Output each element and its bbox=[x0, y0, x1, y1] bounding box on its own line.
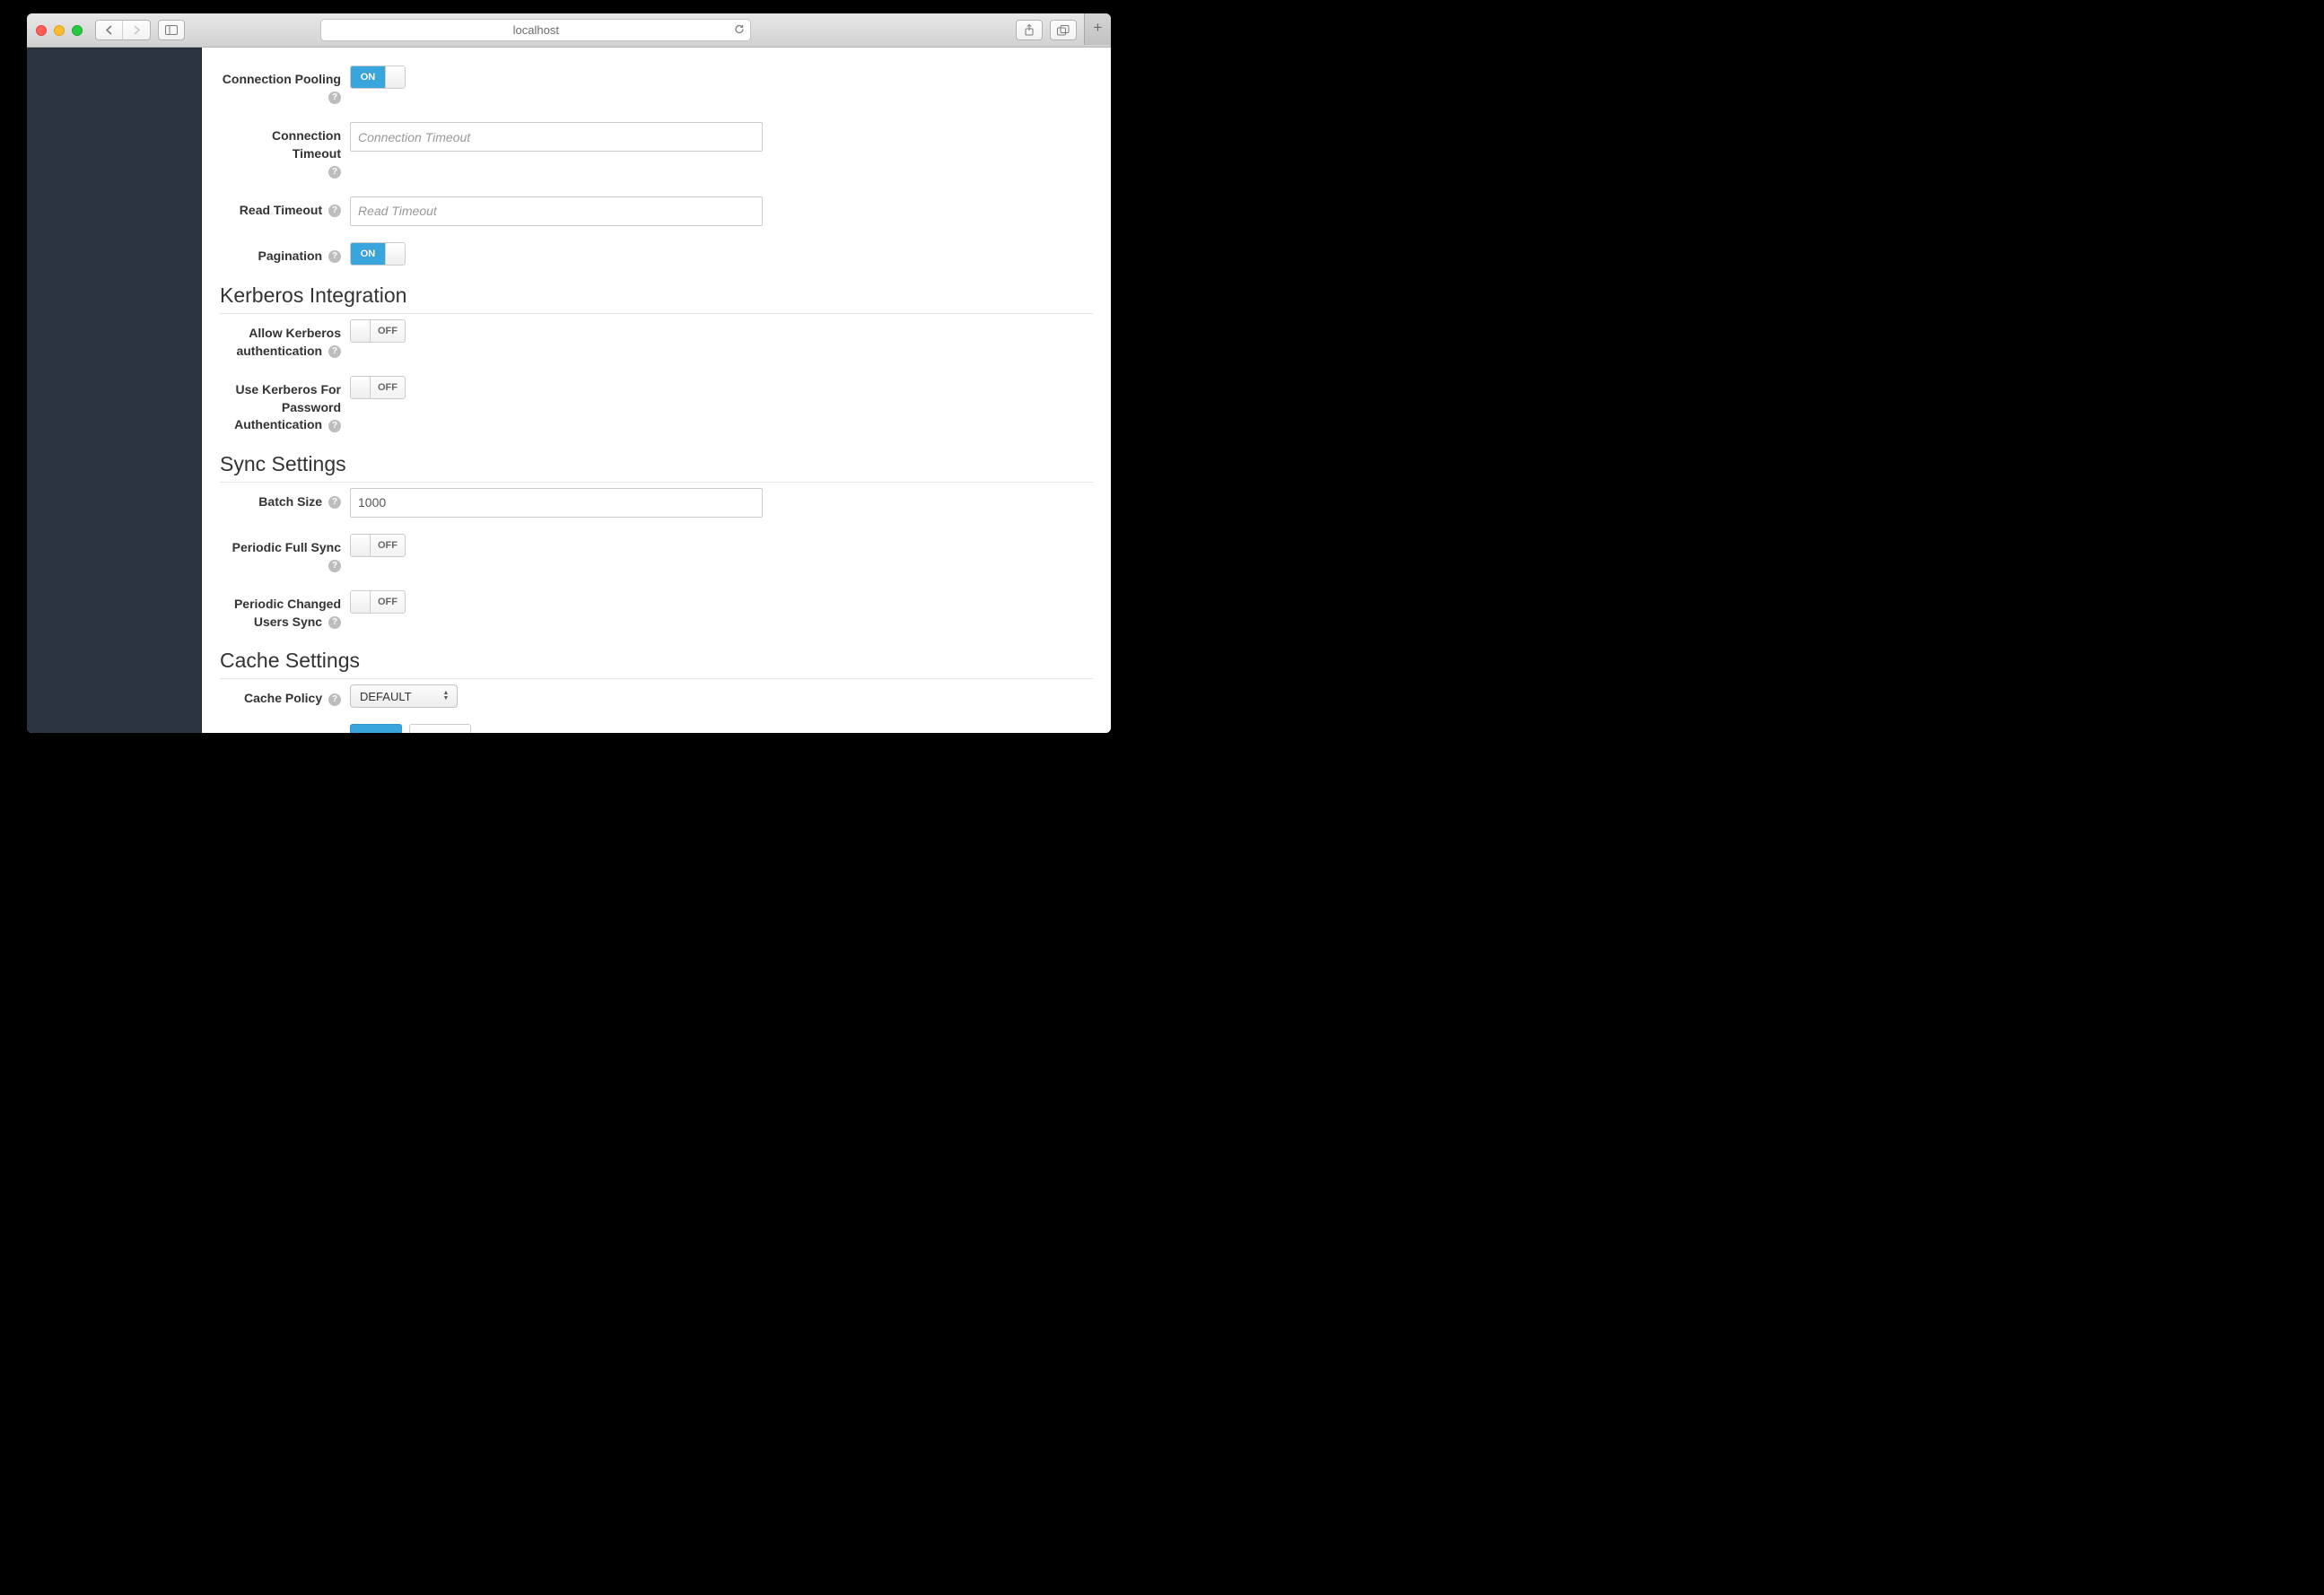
heading-sync: Sync Settings bbox=[220, 452, 1093, 483]
row-connection-timeout: Connection Timeout ? bbox=[220, 122, 1093, 180]
address-bar-text: localhost bbox=[513, 23, 559, 37]
zoom-window-button[interactable] bbox=[72, 25, 83, 36]
label-read-timeout: Read Timeout ? bbox=[220, 196, 350, 220]
input-batch-size[interactable] bbox=[350, 488, 763, 518]
chevron-updown-icon: ▲▼ bbox=[439, 685, 453, 707]
select-cache-policy[interactable]: DEFAULT ▲▼ bbox=[350, 684, 458, 708]
label-full-sync: Periodic Full Sync ? bbox=[220, 534, 350, 574]
heading-kerberos: Kerberos Integration bbox=[220, 283, 1093, 314]
tabs-button[interactable] bbox=[1050, 20, 1077, 40]
row-read-timeout: Read Timeout ? bbox=[220, 196, 1093, 226]
row-actions: Save Cancel bbox=[220, 724, 1093, 733]
sidebar-toggle-button[interactable] bbox=[158, 20, 185, 40]
row-connection-pooling: Connection Pooling ? ON OFF bbox=[220, 65, 1093, 106]
browser-toolbar: localhost + bbox=[27, 13, 1111, 48]
save-button[interactable]: Save bbox=[350, 724, 402, 733]
toggle-full-sync[interactable]: ON OFF bbox=[350, 534, 406, 557]
help-icon[interactable]: ? bbox=[328, 693, 341, 706]
page-content: Connection Pooling ? ON OFF Connection T… bbox=[27, 48, 1111, 733]
nav-back-forward bbox=[95, 20, 151, 40]
toggle-kerberos-pwauth[interactable]: ON OFF bbox=[350, 376, 406, 399]
help-icon[interactable]: ? bbox=[328, 205, 341, 217]
help-icon[interactable]: ? bbox=[328, 616, 341, 629]
minimize-window-button[interactable] bbox=[54, 25, 65, 36]
traffic-lights bbox=[36, 25, 83, 36]
help-icon[interactable]: ? bbox=[328, 345, 341, 358]
new-tab-button[interactable]: + bbox=[1084, 13, 1111, 45]
row-changed-sync: Periodic Changed Users Sync ? ON OFF bbox=[220, 590, 1093, 631]
close-window-button[interactable] bbox=[36, 25, 47, 36]
row-cache-policy: Cache Policy ? DEFAULT ▲▼ bbox=[220, 684, 1093, 708]
help-icon[interactable]: ? bbox=[328, 560, 341, 572]
forward-button[interactable] bbox=[123, 21, 150, 39]
row-allow-kerberos: Allow Kerberos authentication ? ON OFF bbox=[220, 319, 1093, 360]
input-connection-timeout[interactable] bbox=[350, 122, 763, 152]
settings-form: Connection Pooling ? ON OFF Connection T… bbox=[202, 48, 1111, 733]
label-connection-pooling: Connection Pooling ? bbox=[220, 65, 350, 106]
help-icon[interactable]: ? bbox=[328, 166, 341, 179]
row-pagination: Pagination ? ON OFF bbox=[220, 242, 1093, 266]
cancel-button[interactable]: Cancel bbox=[409, 724, 472, 733]
toggle-allow-kerberos[interactable]: ON OFF bbox=[350, 319, 406, 343]
back-button[interactable] bbox=[96, 21, 123, 39]
toggle-connection-pooling[interactable]: ON OFF bbox=[350, 65, 406, 89]
safari-window: localhost + Connection Pooling ? bbox=[27, 13, 1111, 733]
help-icon[interactable]: ? bbox=[328, 420, 341, 432]
label-cache-policy: Cache Policy ? bbox=[220, 684, 350, 708]
help-icon[interactable]: ? bbox=[328, 496, 341, 509]
toggle-changed-sync[interactable]: ON OFF bbox=[350, 590, 406, 614]
label-kerberos-pwauth: Use Kerberos For Password Authentication… bbox=[220, 376, 350, 434]
app-sidebar bbox=[27, 48, 202, 733]
input-read-timeout[interactable] bbox=[350, 196, 763, 226]
toolbar-right: + bbox=[1016, 20, 1102, 40]
label-pagination: Pagination ? bbox=[220, 242, 350, 266]
help-icon[interactable]: ? bbox=[328, 250, 341, 263]
row-kerberos-pwauth: Use Kerberos For Password Authentication… bbox=[220, 376, 1093, 434]
label-allow-kerberos: Allow Kerberos authentication ? bbox=[220, 319, 350, 360]
row-full-sync: Periodic Full Sync ? ON OFF bbox=[220, 534, 1093, 574]
help-icon[interactable]: ? bbox=[328, 92, 341, 104]
row-batch-size: Batch Size ? bbox=[220, 488, 1093, 518]
share-button[interactable] bbox=[1016, 20, 1043, 40]
address-bar[interactable]: localhost bbox=[320, 19, 751, 41]
heading-cache: Cache Settings bbox=[220, 649, 1093, 679]
reload-icon[interactable] bbox=[734, 23, 745, 37]
toggle-pagination[interactable]: ON OFF bbox=[350, 242, 406, 266]
label-batch-size: Batch Size ? bbox=[220, 488, 350, 511]
label-changed-sync: Periodic Changed Users Sync ? bbox=[220, 590, 350, 631]
label-connection-timeout: Connection Timeout ? bbox=[220, 122, 350, 180]
